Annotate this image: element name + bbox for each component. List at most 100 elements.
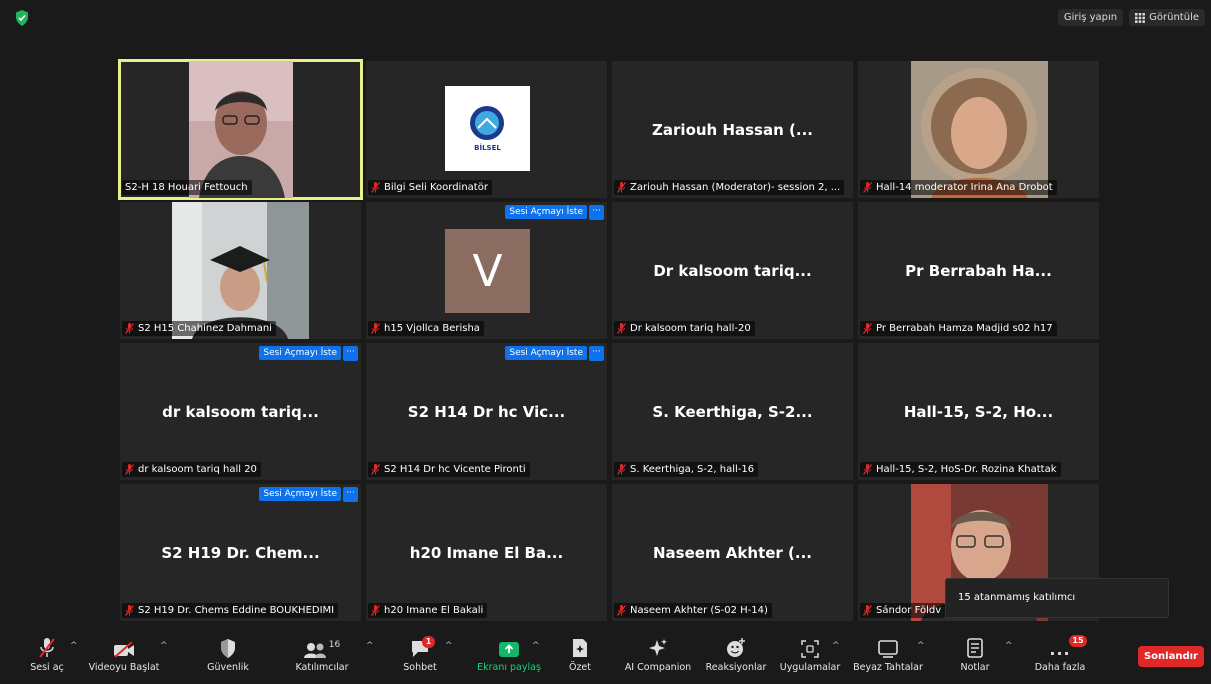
participant-tile[interactable]: Sesi Açmayı İste ··· S2 H19 Dr. Chem... … [120,484,361,621]
tile-more-button[interactable]: ··· [589,205,604,220]
participant-name: S2 H19 Dr. Chem... [161,543,320,562]
muted-mic-icon [617,464,626,475]
participants-label: Katılımcılar [295,662,349,673]
start-video-button[interactable]: Videoyu Başlat [89,628,159,684]
participant-video [172,202,309,339]
summary-button[interactable]: Özet [565,628,595,684]
participant-tile[interactable]: Sesi Açmayı İste ··· V h15 Vjollca Beris… [366,202,607,339]
encryption-shield-icon[interactable] [15,10,29,26]
signin-button[interactable]: Giriş yapın [1057,9,1124,26]
security-button[interactable]: Güvenlik [205,628,251,684]
participants-count: 16 [328,640,341,650]
notes-button[interactable]: Notlar [958,628,992,684]
participant-video [911,61,1048,198]
participant-tile[interactable]: Hall-15, S-2, Ho... Hall-15, S-2, HoS-Dr… [858,343,1099,480]
tile-more-button[interactable]: ··· [343,487,358,502]
summary-label: Özet [568,662,592,673]
ask-to-unmute-button[interactable]: Sesi Açmayı İste [259,487,341,501]
apps-button[interactable]: Uygulamalar [778,628,842,684]
participants-options-caret-icon[interactable]: ^ [366,641,374,651]
chat-button[interactable]: Sohbet [400,628,440,684]
smiley-plus-icon [727,638,745,657]
participant-name-label: Hall-15, S-2, HoS-Dr. Rozina Khattak [860,462,1061,477]
tile-more-button[interactable]: ··· [343,346,358,361]
muted-mic-icon [617,182,626,193]
chat-unread-badge: 1 [422,636,435,648]
participant-tile[interactable]: Naseem Akhter (... Naseem Akhter (S-02 H… [612,484,853,621]
participant-name: Dr kalsoom tariq... [653,261,812,280]
share-screen-label: Ekranı paylaş [477,662,541,673]
muted-mic-icon [371,464,380,475]
muted-mic-icon [617,323,626,334]
participant-name-label: S. Keerthiga, S-2, hall-16 [614,462,759,477]
muted-mic-icon [125,323,134,334]
chat-options-caret-icon[interactable]: ^ [445,641,453,651]
apps-label: Uygulamalar [779,662,841,673]
participant-name-label: S2 H14 Dr hc Vicente Pironti [368,462,530,477]
meeting-window: Giriş yapın Görüntüle S2-H 18 Houari Fet… [0,0,1211,684]
participants-icon [303,643,326,658]
more-dots-icon: ... [1049,640,1071,659]
participant-avatar-initial: V [445,229,530,313]
muted-mic-icon [863,464,872,475]
ask-to-unmute-button[interactable]: Sesi Açmayı İste [505,346,587,360]
view-label: Görüntüle [1149,12,1199,23]
muted-mic-icon [371,323,380,334]
video-options-caret-icon[interactable]: ^ [160,641,168,651]
participant-tile[interactable]: Sesi Açmayı İste ··· dr kalsoom tariq...… [120,343,361,480]
notes-options-caret-icon[interactable]: ^ [1005,641,1013,651]
whiteboards-button[interactable]: Beyaz Tahtalar [852,628,924,684]
participant-tile[interactable]: S2-H 18 Houari Fettouch [118,59,363,200]
participant-name: Pr Berrabah Ha... [905,261,1052,280]
participant-name: S. Keerthiga, S-2... [652,402,813,421]
participant-tile[interactable]: Pr Berrabah Ha... Pr Berrabah Hamza Madj… [858,202,1099,339]
participant-tile[interactable]: BİLSEL Bilgi Seli Koordinatör [366,61,607,198]
share-options-caret-icon[interactable]: ^ [532,641,540,651]
muted-mic-icon [371,182,380,193]
participant-tile[interactable]: Hall-14 moderator Irina Ana Drobot [858,61,1099,198]
muted-mic-icon [371,605,380,616]
audio-options-caret-icon[interactable]: ^ [70,641,78,651]
participant-tile[interactable]: S. Keerthiga, S-2... S. Keerthiga, S-2, … [612,343,853,480]
participant-grid: S2-H 18 Houari Fettouch BİLSEL Bilgi Sel… [118,59,1100,621]
apps-options-caret-icon[interactable]: ^ [832,641,840,651]
participant-name-label: Dr kalsoom tariq hall-20 [614,321,755,336]
participant-tile[interactable]: Dr kalsoom tariq... Dr kalsoom tariq hal… [612,202,853,339]
reactions-button[interactable]: Reaksiyonlar [704,628,768,684]
participants-button[interactable]: 16 Katılımcılar [294,628,350,684]
participant-name-label: Hall-14 moderator Irina Ana Drobot [860,180,1057,195]
ask-to-unmute-button[interactable]: Sesi Açmayı İste [259,346,341,360]
bilsel-logo: BİLSEL [445,86,530,171]
ai-companion-label: AI Companion [624,662,692,673]
participant-name-label: S2 H19 Dr. Chems Eddine BOUKHEDIMI [122,603,339,618]
participant-tile[interactable]: h20 Imane El Ba... h20 Imane El Bakali [366,484,607,621]
unmute-button[interactable]: Sesi aç [30,628,64,684]
top-right-controls: Giriş yapın Görüntüle [1057,9,1205,26]
view-button[interactable]: Görüntüle [1129,9,1205,26]
share-screen-icon [499,642,519,657]
whiteboards-label: Beyaz Tahtalar [853,662,923,673]
participant-name-label: S2 H15 Chahinez Dahmani [122,321,276,336]
reactions-label: Reaksiyonlar [705,662,767,673]
participant-tile[interactable]: Sesi Açmayı İste ··· S2 H14 Dr hc Vic...… [366,343,607,480]
more-badge: 15 [1069,635,1087,647]
participant-name-label: h20 Imane El Bakali [368,603,488,618]
muted-mic-icon [39,638,55,658]
muted-mic-icon [863,182,872,193]
more-label: Daha fazla [1034,662,1086,673]
participant-name: S2 H14 Dr hc Vic... [407,402,566,421]
participant-tile[interactable]: Zariouh Hassan (... Zariouh Hassan (Mode… [612,61,853,198]
logo-text: BİLSEL [474,144,501,152]
participant-name: h20 Imane El Ba... [409,543,564,562]
tile-more-button[interactable]: ··· [589,346,604,361]
whiteboard-options-caret-icon[interactable]: ^ [917,641,925,651]
participant-tile[interactable]: S2 H15 Chahinez Dahmani [120,202,361,339]
muted-mic-icon [863,605,872,616]
ai-companion-button[interactable]: AI Companion [622,628,694,684]
share-screen-button[interactable]: Ekranı paylaş [477,628,541,684]
muted-mic-icon [125,464,134,475]
participant-name: Hall-15, S-2, Ho... [903,402,1054,421]
summary-document-icon [573,639,587,657]
end-meeting-button[interactable]: Sonlandır [1138,646,1204,667]
ask-to-unmute-button[interactable]: Sesi Açmayı İste [505,205,587,219]
